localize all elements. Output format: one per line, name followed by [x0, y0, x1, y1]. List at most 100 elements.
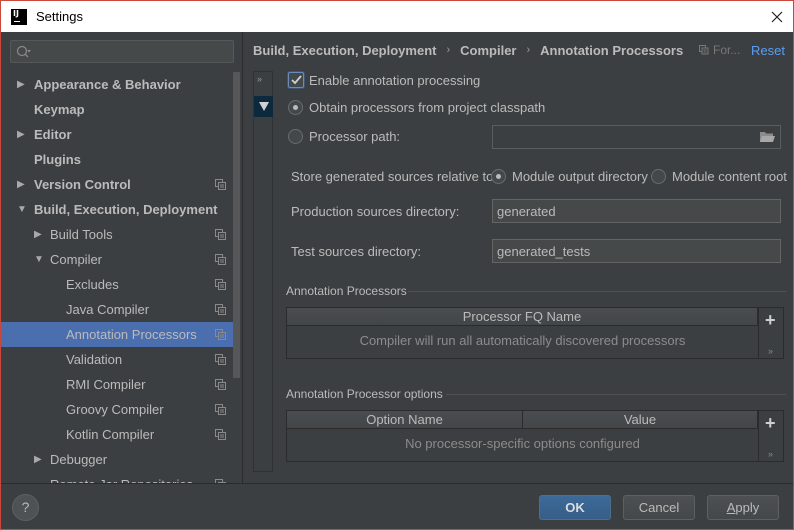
- profile-collapse-button[interactable]: [254, 96, 273, 117]
- options-table: Option Name Value No processor-specific …: [286, 410, 784, 462]
- enable-processing-row: Enable annotation processing: [288, 72, 480, 88]
- sidebar-item-java-compiler[interactable]: Java Compiler: [1, 297, 234, 322]
- collapsed-arrow-icon[interactable]: ▶: [34, 447, 44, 472]
- project-scope-icon: [215, 404, 226, 415]
- search-icon: [16, 45, 31, 58]
- collapsed-arrow-icon[interactable]: ▶: [17, 122, 27, 147]
- project-scope-icon: [215, 354, 226, 365]
- collapsed-arrow-icon[interactable]: ▶: [17, 72, 27, 97]
- processors-empty-text: Compiler will run all automatically disc…: [359, 333, 686, 348]
- reset-link[interactable]: Reset: [751, 43, 785, 58]
- column-header-option-name[interactable]: Option Name: [287, 411, 523, 428]
- ok-button[interactable]: OK: [539, 495, 611, 520]
- module-content-root-radio[interactable]: [651, 169, 666, 184]
- module-output-option: Module output directory: [491, 169, 648, 184]
- expand-icon[interactable]: ››: [257, 74, 262, 84]
- sidebar-item-label: RMI Compiler: [66, 377, 146, 392]
- sidebar-item-label: Editor: [34, 127, 72, 142]
- test-dir-label: Test sources directory:: [291, 244, 422, 259]
- processors-table: Processor FQ Name Compiler will run all …: [286, 307, 784, 359]
- cancel-button[interactable]: Cancel: [623, 495, 695, 520]
- for-project-label: For...: [713, 43, 741, 57]
- sidebar-item-validation[interactable]: Validation: [1, 347, 234, 372]
- sidebar-item-annotation-processors[interactable]: Annotation Processors: [1, 322, 234, 347]
- sidebar-item-label: Build, Execution, Deployment: [34, 202, 218, 217]
- search-input[interactable]: [33, 41, 231, 62]
- sidebar-item-keymap[interactable]: Keymap: [1, 97, 234, 122]
- processors-section-title: Annotation Processors: [286, 284, 407, 298]
- intellij-logo-icon: IJ: [11, 8, 27, 25]
- project-scope-icon: [215, 429, 226, 440]
- apply-button[interactable]: Apply: [707, 495, 779, 520]
- sidebar-item-plugins[interactable]: Plugins: [1, 147, 234, 172]
- sidebar-item-groovy-compiler[interactable]: Groovy Compiler: [1, 397, 234, 422]
- options-table-header: Option Name Value: [287, 411, 758, 429]
- collapsed-arrow-icon[interactable]: ▶: [17, 172, 27, 197]
- test-dir-row: Test sources directory:: [291, 244, 421, 259]
- options-more-button[interactable]: ››: [768, 449, 773, 459]
- expanded-arrow-icon[interactable]: ▼: [17, 197, 27, 222]
- expanded-arrow-icon[interactable]: ▼: [34, 247, 44, 272]
- project-scope-icon: [215, 329, 226, 340]
- search-box[interactable]: [10, 40, 234, 63]
- obtain-classpath-row: Obtain processors from project classpath: [288, 100, 545, 115]
- sidebar-item-label: Annotation Processors: [66, 327, 197, 342]
- project-scope-icon: [215, 279, 226, 290]
- module-output-radio[interactable]: [491, 169, 506, 184]
- options-empty-text: No processor-specific options configured: [405, 436, 640, 451]
- project-scope-icon: [215, 379, 226, 390]
- section-divider: [408, 291, 786, 292]
- folder-icon[interactable]: [760, 131, 775, 143]
- sidebar-item-compiler[interactable]: ▼ Compiler: [1, 247, 234, 272]
- sidebar-item-editor[interactable]: ▶ Editor: [1, 122, 234, 147]
- breadcrumb: Build, Execution, Deployment › Compiler …: [253, 39, 683, 61]
- module-content-root-option: Module content root: [651, 169, 787, 184]
- sidebar-scrollbar[interactable]: [233, 72, 240, 378]
- column-header-processor-fq-name[interactable]: Processor FQ Name: [287, 308, 758, 325]
- sidebar-item-build-execution-deployment[interactable]: ▼ Build, Execution, Deployment: [1, 197, 234, 222]
- column-header-value[interactable]: Value: [523, 411, 758, 428]
- processor-path-label: Processor path:: [309, 129, 401, 144]
- settings-sidebar: ▶ Appearance & Behavior Keymap ▶ Editor Plugi…: [1, 32, 242, 484]
- processors-more-button[interactable]: ››: [768, 346, 773, 356]
- for-project-indicator: For...: [699, 43, 740, 57]
- processor-path-row: Processor path:: [288, 129, 400, 144]
- processor-path-radio[interactable]: [288, 129, 303, 144]
- sidebar-item-kotlin-compiler[interactable]: Kotlin Compiler: [1, 422, 234, 447]
- sidebar-item-debugger[interactable]: ▶ Debugger: [1, 447, 234, 472]
- sidebar-item-version-control[interactable]: ▶ Version Control: [1, 172, 234, 197]
- sidebar-item-label: Groovy Compiler: [66, 402, 164, 417]
- obtain-classpath-radio[interactable]: [288, 100, 303, 115]
- enable-processing-checkbox[interactable]: [288, 72, 304, 88]
- breadcrumb-item: Build, Execution, Deployment: [253, 42, 437, 58]
- sidebar-item-appearance-behavior[interactable]: ▶ Appearance & Behavior: [1, 72, 234, 97]
- add-option-button[interactable]: +: [765, 414, 776, 432]
- test-dir-input[interactable]: [492, 239, 781, 263]
- enable-processing-label: Enable annotation processing: [309, 72, 481, 88]
- sidebar-item-rmi-compiler[interactable]: RMI Compiler: [1, 372, 234, 397]
- help-button[interactable]: ?: [12, 494, 39, 521]
- sidebar-divider: [242, 32, 243, 484]
- sidebar-item-label: Debugger: [50, 452, 108, 467]
- sidebar-item-label: Compiler: [50, 252, 103, 267]
- sidebar-item-build-tools[interactable]: ▶ Build Tools: [1, 222, 234, 247]
- close-button[interactable]: [761, 1, 793, 32]
- project-scope-icon: [699, 45, 709, 55]
- add-processor-button[interactable]: +: [765, 311, 776, 329]
- sidebar-item-excludes[interactable]: Excludes: [1, 272, 234, 297]
- processors-table-header: Processor FQ Name: [287, 308, 758, 326]
- store-relative-label: Store generated sources relative to:: [291, 169, 497, 184]
- processor-path-field[interactable]: [492, 125, 781, 149]
- apply-label: pply: [735, 500, 760, 515]
- close-icon: [771, 11, 783, 22]
- module-content-root-label: Module content root: [672, 169, 787, 184]
- options-section-title: Annotation Processor options: [286, 387, 443, 401]
- collapsed-arrow-icon[interactable]: ▶: [34, 222, 44, 247]
- checkmark-icon: [290, 75, 302, 85]
- obtain-classpath-label: Obtain processors from project classpath: [309, 100, 546, 115]
- project-scope-icon: [215, 229, 226, 240]
- title-bar: IJ Settings: [1, 1, 793, 32]
- module-output-label: Module output directory: [512, 169, 648, 184]
- sidebar-item-label: Keymap: [34, 102, 85, 117]
- production-dir-input[interactable]: [492, 199, 781, 223]
